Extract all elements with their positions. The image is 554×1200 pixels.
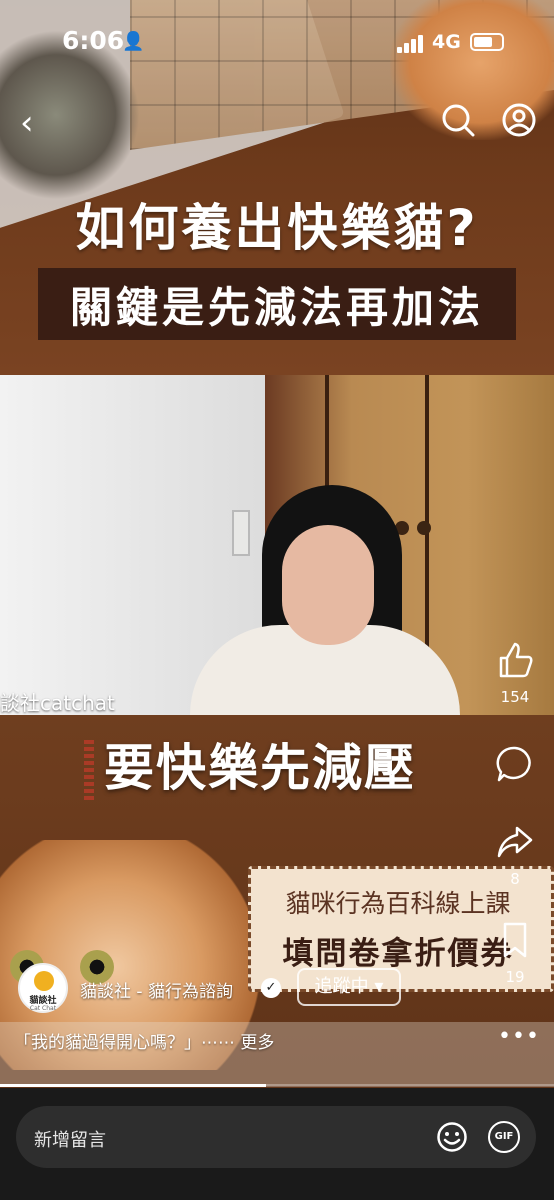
cat-logo-icon <box>34 971 54 991</box>
video-caption[interactable]: 「我的貓過得開心嗎？」⋯⋯ 更多 <box>14 1028 274 1053</box>
comment-button[interactable] <box>490 744 540 788</box>
promo-line1: 貓咪行為百科線上課 <box>285 889 511 918</box>
save-count: 19 <box>505 968 525 986</box>
search-icon[interactable] <box>440 102 476 138</box>
network-type: 4G <box>432 31 461 53</box>
bookmark-icon <box>495 922 535 964</box>
red-stamp-decoration <box>84 740 94 800</box>
back-arrow-icon[interactable]: ‹ <box>20 103 34 143</box>
following-button[interactable]: 追蹤中 ▾ <box>297 968 401 1006</box>
like-button[interactable]: 154 <box>490 640 540 706</box>
door-knob <box>417 521 431 535</box>
account-avatar[interactable]: 貓談社 Cat Chat <box>18 963 68 1013</box>
reels-screen: 如何養出快樂貓? 關鍵是先減法再加法 談社catchat 要快樂先減壓 貓咪行為… <box>0 0 554 1200</box>
profile-icon[interactable] <box>501 102 537 138</box>
thumbs-up-icon <box>495 642 535 684</box>
video-progress-fill <box>0 1084 266 1087</box>
video-progress-bar[interactable] <box>0 1084 554 1087</box>
light-switch <box>232 510 250 556</box>
signal-icon <box>397 33 427 53</box>
like-count: 154 <box>500 688 530 706</box>
gif-button[interactable]: GIF <box>488 1121 520 1153</box>
person-icon: 👤 <box>122 31 145 52</box>
avatar-sublabel: Cat Chat <box>29 1005 57 1012</box>
video-subtitle: 要快樂先減壓 <box>104 739 416 797</box>
share-count: 8 <box>510 870 520 888</box>
comment-placeholder: 新增留言 <box>34 1130 106 1151</box>
presenter-face <box>282 525 374 645</box>
share-button[interactable]: 8 <box>490 822 540 888</box>
video-frame[interactable]: 談社catchat <box>0 375 554 715</box>
status-bar: 6:06 👤 4G <box>0 0 554 80</box>
emoji-icon[interactable] <box>436 1121 468 1153</box>
video-title-line2: 關鍵是先減法再加法 <box>69 283 484 332</box>
video-title-line1: 如何養出快樂貓? <box>75 199 479 257</box>
comment-bubble-icon <box>495 746 535 788</box>
status-time: 6:06 <box>62 26 125 55</box>
account-name[interactable]: 貓談社 - 貓行為諮詢 <box>80 977 233 1002</box>
battery-icon <box>470 33 504 51</box>
verified-badge-icon: ✓ <box>261 978 281 998</box>
video-watermark: 談社catchat <box>0 691 115 715</box>
more-options-icon[interactable]: ••• <box>498 1024 540 1049</box>
save-button[interactable]: 19 <box>490 920 540 986</box>
share-arrow-icon <box>495 826 535 866</box>
